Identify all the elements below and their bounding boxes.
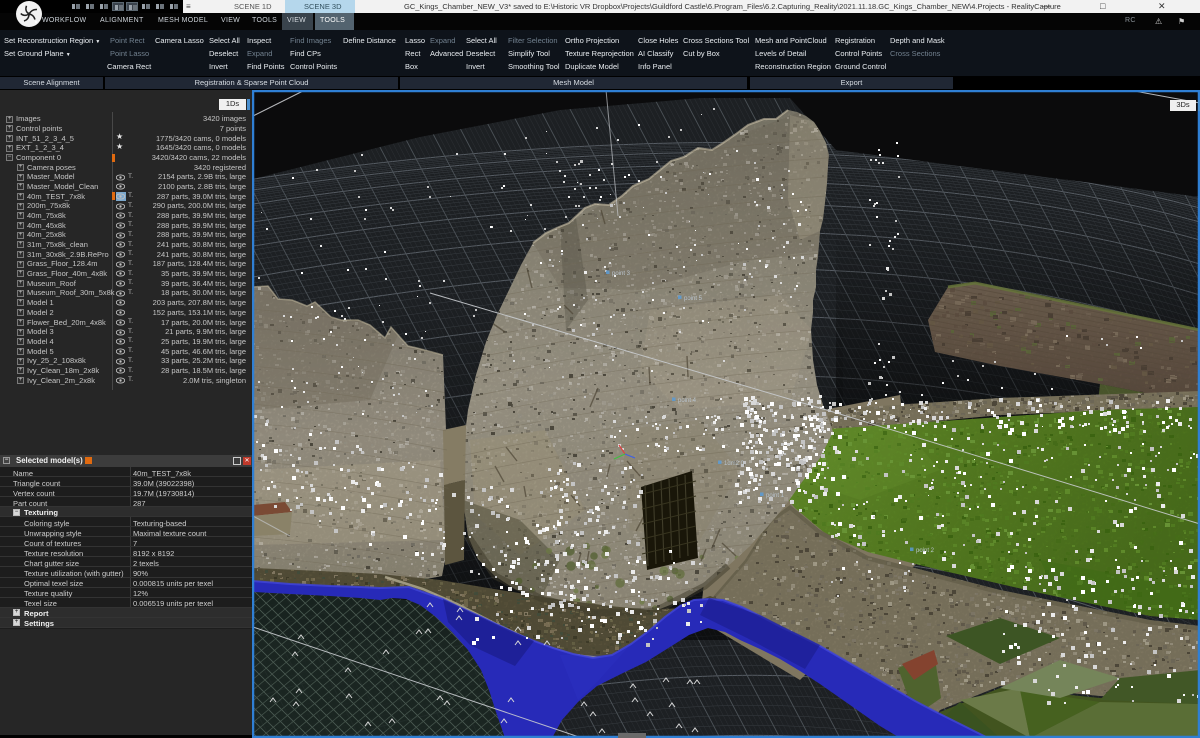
svg-text:point 4: point 4 <box>678 398 697 404</box>
svg-text:point 5: point 5 <box>684 296 703 302</box>
svg-text:1dm2 0: 1dm2 0 <box>724 461 745 467</box>
svg-text:point 1: point 1 <box>766 493 785 499</box>
svg-text:point 2: point 2 <box>916 548 935 554</box>
svg-text:point 3: point 3 <box>612 271 631 277</box>
